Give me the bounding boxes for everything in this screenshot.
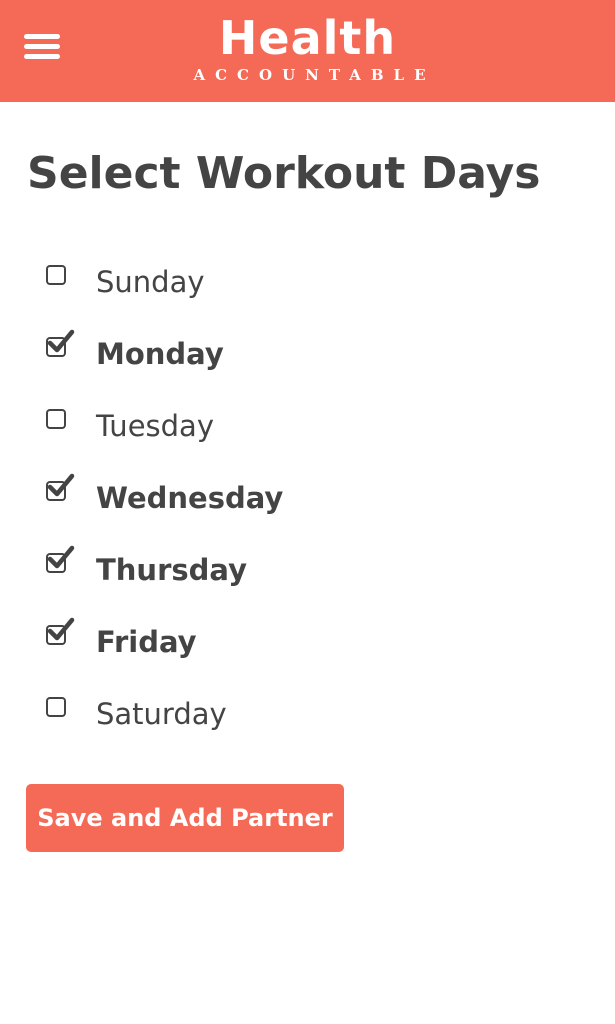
day-label: Sunday: [96, 265, 205, 299]
checkmark-icon: [47, 617, 75, 641]
day-label: Friday: [96, 625, 197, 659]
day-checkbox[interactable]: [46, 697, 66, 717]
day-checkbox[interactable]: [46, 545, 75, 573]
page-title: Select Workout Days: [27, 148, 541, 199]
day-option-friday[interactable]: Friday: [0, 614, 615, 686]
day-option-sunday[interactable]: Sunday: [0, 254, 615, 326]
checkmark-icon: [47, 329, 75, 353]
day-label: Monday: [96, 337, 224, 371]
checkmark-icon: [47, 473, 75, 497]
day-checkbox[interactable]: [46, 617, 75, 645]
day-option-thursday[interactable]: Thursday: [0, 542, 615, 614]
day-option-saturday[interactable]: Saturday: [0, 686, 615, 758]
checkmark-icon: [47, 545, 75, 569]
day-option-wednesday[interactable]: Wednesday: [0, 470, 615, 542]
day-label: Thursday: [96, 553, 247, 587]
day-checkbox[interactable]: [46, 265, 66, 285]
day-checkbox[interactable]: [46, 409, 66, 429]
day-option-monday[interactable]: Monday: [0, 326, 615, 398]
day-label: Tuesday: [96, 409, 214, 443]
brand-name: Health: [218, 11, 397, 65]
day-checkbox[interactable]: [46, 329, 75, 357]
save-and-add-partner-button[interactable]: Save and Add Partner: [26, 784, 344, 852]
day-label: Wednesday: [96, 481, 284, 515]
day-option-tuesday[interactable]: Tuesday: [0, 398, 615, 470]
brand-subtitle: ACCOUNTABLE: [193, 66, 436, 84]
day-label: Saturday: [96, 697, 227, 731]
day-checkbox[interactable]: [46, 473, 75, 501]
app-header: Health ACCOUNTABLE: [0, 0, 615, 102]
workout-day-list: Sunday Monday Tuesday Wednesday Thursday…: [0, 254, 615, 758]
brand-logo[interactable]: Health ACCOUNTABLE: [0, 10, 615, 84]
